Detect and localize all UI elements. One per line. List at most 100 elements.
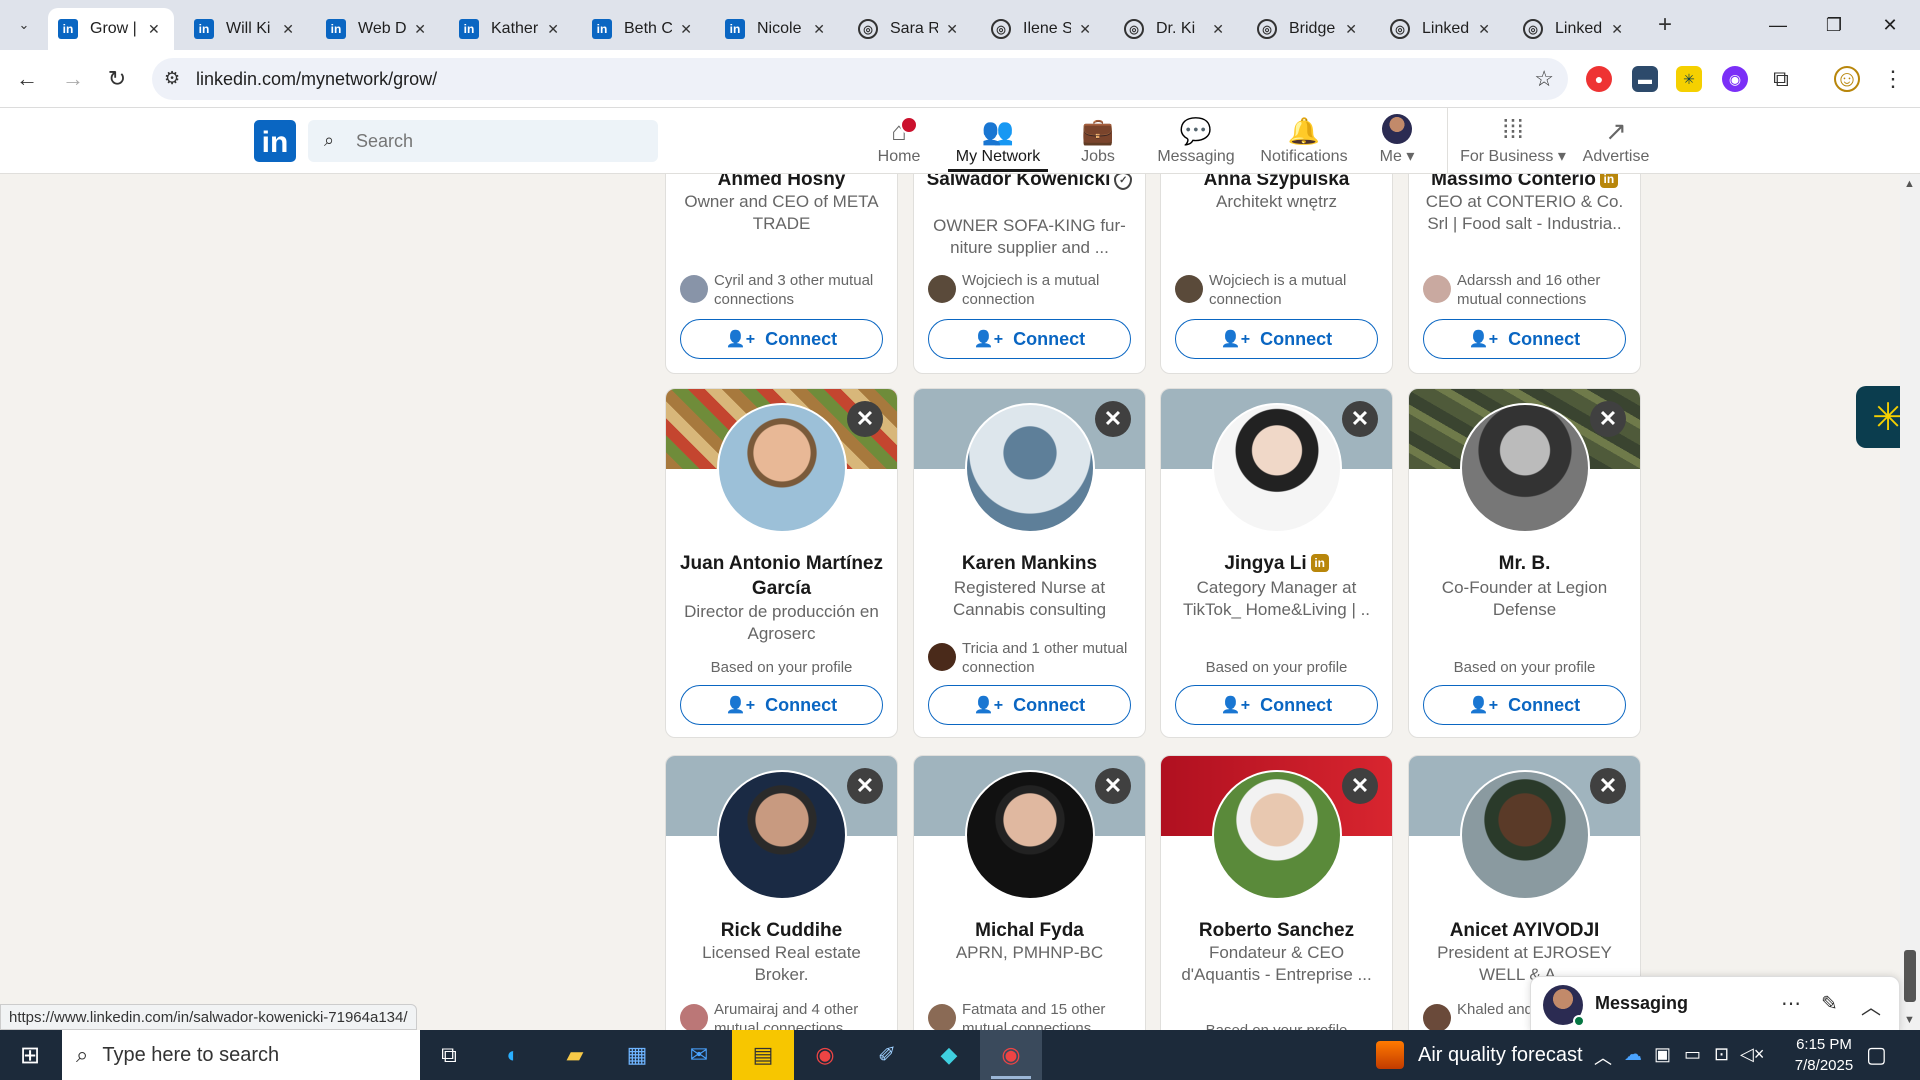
close-tab-icon[interactable]: ✕ xyxy=(1611,21,1623,38)
person-name[interactable]: Juan Antonio Martínez García xyxy=(676,551,887,601)
url-text[interactable]: linkedin.com/mynetwork/grow/ xyxy=(196,69,437,90)
nav-notifications[interactable]: 🔔 Notifications xyxy=(1254,112,1354,172)
compose-icon[interactable]: ✎ xyxy=(1821,991,1838,1016)
dismiss-close-icon[interactable]: ✕ xyxy=(1095,401,1131,437)
browser-tab[interactable]: ◎ Linked ✕ xyxy=(1380,8,1500,50)
scroll-up-arrow-icon[interactable]: ▲ xyxy=(1904,178,1915,190)
close-tab-icon[interactable]: ✕ xyxy=(946,21,958,38)
close-tab-icon[interactable]: ✕ xyxy=(282,21,294,38)
chevron-up-icon[interactable]: ︿ xyxy=(1861,991,1881,1020)
browser-tab[interactable]: ◎ Bridge ✕ xyxy=(1247,8,1367,50)
person-name[interactable]: Karen Mankins xyxy=(924,551,1135,576)
person-name[interactable]: Michal Fyda xyxy=(924,918,1135,943)
person-name[interactable]: Mr. B. xyxy=(1419,551,1630,576)
pokeball-extension-icon[interactable]: ● xyxy=(1586,66,1612,92)
note-app-icon[interactable]: ✐ xyxy=(870,1038,904,1072)
color-extension-icon[interactable]: ◉ xyxy=(1722,66,1748,92)
address-bar[interactable]: ⚙ linkedin.com/mynetwork/grow/ ☆ xyxy=(152,58,1568,100)
browser-tab[interactable]: in Will Ki ✕ xyxy=(184,8,304,50)
people-card[interactable]: ✕ Karen Mankins Registered Nurse at Cann… xyxy=(913,388,1146,738)
scroll-down-arrow-icon[interactable]: ▼ xyxy=(1904,1014,1915,1026)
people-card[interactable]: ✕ Juan Antonio Martínez García Director … xyxy=(665,388,898,738)
network-icon[interactable]: ⊡ xyxy=(1714,1044,1729,1065)
browser-tab[interactable]: ◎ Linked ✕ xyxy=(1513,8,1633,50)
profile-photo[interactable] xyxy=(1211,770,1342,900)
chrome-icon[interactable]: ◉ xyxy=(808,1038,842,1072)
kebab-menu-icon[interactable]: ⋮ xyxy=(1880,66,1906,92)
search-input[interactable] xyxy=(356,128,646,154)
connect-button[interactable]: 👤+ Connect xyxy=(928,319,1131,359)
connect-button[interactable]: 👤+ Connect xyxy=(680,685,883,725)
browser-tab[interactable]: ◎ Dr. Ki ✕ xyxy=(1114,8,1234,50)
app-diamond-icon[interactable]: ◆ xyxy=(932,1038,966,1072)
close-tab-icon[interactable]: ✕ xyxy=(1478,21,1490,38)
more-options-icon[interactable]: ⋯ xyxy=(1781,991,1801,1016)
dismiss-close-icon[interactable]: ✕ xyxy=(847,768,883,804)
browser-tab[interactable]: in Kather ✕ xyxy=(449,8,569,50)
close-tab-icon[interactable]: ✕ xyxy=(680,21,692,38)
people-card[interactable]: ✕ Jingya Li in Category Manager at TikTok… xyxy=(1160,388,1393,738)
task-view-icon[interactable]: ⧉ xyxy=(432,1038,466,1072)
browser-tab[interactable]: ◎ Ilene S ✕ xyxy=(981,8,1101,50)
battery-icon[interactable]: ▭ xyxy=(1684,1044,1701,1065)
restore-icon[interactable]: ❐ xyxy=(1806,6,1862,44)
dismiss-close-icon[interactable]: ✕ xyxy=(1590,768,1626,804)
messaging-panel[interactable]: Messaging ⋯ ✎ ︿ xyxy=(1530,976,1900,1032)
profile-photo[interactable] xyxy=(1459,770,1590,900)
camera-icon[interactable]: ▣ xyxy=(1654,1044,1671,1065)
close-tab-icon[interactable]: ✕ xyxy=(1079,21,1091,38)
tray-chevron-up-icon[interactable]: ︿ xyxy=(1594,1044,1612,1070)
connect-button[interactable]: 👤+ Connect xyxy=(1175,319,1378,359)
windows-start-icon[interactable]: ⊞ xyxy=(8,1039,52,1071)
linkedin-logo[interactable]: in xyxy=(254,120,296,162)
person-name[interactable]: Anicet AYIVODJI xyxy=(1419,918,1630,943)
nav-my-network[interactable]: 👥 My Network xyxy=(948,112,1048,172)
new-tab-plus-icon[interactable]: + xyxy=(1650,10,1680,40)
person-name[interactable]: Rick Cuddihe xyxy=(676,918,887,943)
close-tab-icon[interactable]: ✕ xyxy=(414,21,426,38)
dismiss-close-icon[interactable]: ✕ xyxy=(1342,401,1378,437)
connect-button[interactable]: 👤+ Connect xyxy=(1423,319,1626,359)
close-tab-icon[interactable]: ✕ xyxy=(813,21,825,38)
screen-extension-icon[interactable]: ▬ xyxy=(1632,66,1658,92)
puzzle-extensions-icon[interactable]: ⧉ xyxy=(1768,66,1794,92)
back-arrow-icon[interactable]: ← xyxy=(10,62,44,96)
dismiss-close-icon[interactable]: ✕ xyxy=(1590,401,1626,437)
tab-search-chevron-icon[interactable]: ⌄ xyxy=(10,12,38,38)
bookmark-star-icon[interactable]: ☆ xyxy=(1534,66,1554,92)
dismiss-close-icon[interactable]: ✕ xyxy=(1095,768,1131,804)
connect-button[interactable]: 👤+ Connect xyxy=(928,685,1131,725)
profile-icon[interactable]: ☺ xyxy=(1834,66,1860,92)
forward-arrow-icon[interactable]: → xyxy=(56,62,90,96)
site-info-icon[interactable]: ⚙ xyxy=(164,68,180,89)
page-scrollbar[interactable]: ▲ ▼ xyxy=(1900,174,1920,1030)
profile-photo[interactable] xyxy=(716,770,847,900)
nav-messaging[interactable]: 💬 Messaging xyxy=(1157,112,1234,172)
close-tab-icon[interactable]: ✕ xyxy=(148,21,160,38)
taskbar-clock[interactable]: 6:15 PM 7/8/2025 xyxy=(1784,1034,1864,1076)
nav-me[interactable]: Me ▾ xyxy=(1372,112,1422,172)
weather-widget[interactable]: Air quality forecast xyxy=(1376,1030,1583,1080)
onedrive-cloud-icon[interactable]: ☁ xyxy=(1624,1044,1642,1065)
profile-photo[interactable] xyxy=(1211,403,1342,533)
browser-tab[interactable]: in Beth C ✕ xyxy=(582,8,702,50)
edge-browser-icon[interactable]: ◐ xyxy=(496,1038,530,1072)
person-name[interactable]: Jingya Li in xyxy=(1171,551,1382,576)
nav-advertise[interactable]: ↗ Advertise xyxy=(1578,112,1654,172)
person-name[interactable]: Roberto Sanchez xyxy=(1171,918,1382,943)
close-tab-icon[interactable]: ✕ xyxy=(1212,21,1224,38)
volume-mute-icon[interactable]: ◁× xyxy=(1740,1044,1764,1065)
profile-photo[interactable] xyxy=(716,403,847,533)
dismiss-close-icon[interactable]: ✕ xyxy=(1342,768,1378,804)
file-explorer-icon[interactable]: ▰ xyxy=(558,1038,592,1072)
close-window-icon[interactable]: ✕ xyxy=(1862,6,1918,44)
sparkle-extension-icon[interactable]: ✳ xyxy=(1676,66,1702,92)
mail-icon[interactable]: ✉ xyxy=(682,1038,716,1072)
browser-tab[interactable]: in Nicole ✕ xyxy=(715,8,835,50)
nav-for-business[interactable]: ⁞⁞⁞ For Business ▾ xyxy=(1460,112,1566,172)
close-tab-icon[interactable]: ✕ xyxy=(1345,21,1357,38)
notification-center-icon[interactable]: ▢ xyxy=(1866,1042,1887,1068)
browser-tab-grow[interactable]: in Grow | ✕ xyxy=(48,8,174,50)
minimize-icon[interactable]: — xyxy=(1750,6,1806,44)
connect-button[interactable]: 👤+ Connect xyxy=(1175,685,1378,725)
